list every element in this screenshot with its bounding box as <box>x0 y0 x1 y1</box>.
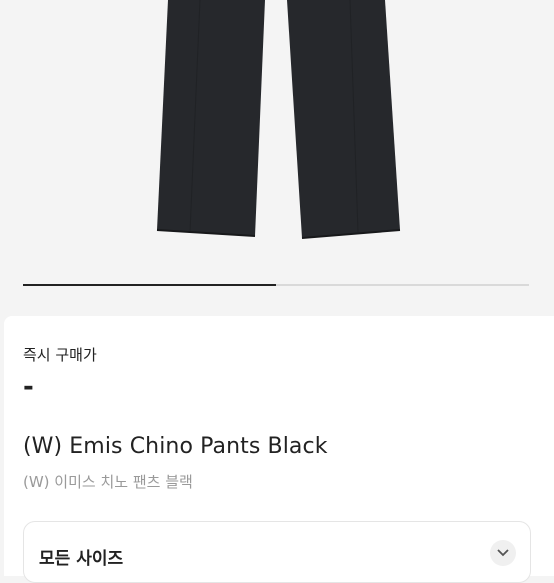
size-selector[interactable]: 모든 사이즈 <box>23 521 531 583</box>
price-value: - <box>23 372 34 402</box>
carousel-progress <box>23 284 529 286</box>
product-name-ko: (W) 이미스 치노 팬츠 블랙 <box>23 473 193 491</box>
size-selector-label: 모든 사이즈 <box>39 549 124 569</box>
product-info-card: 즉시 구매가 - (W) Emis Chino Pants Black (W) … <box>4 316 554 583</box>
chevron-down-icon[interactable] <box>490 540 516 566</box>
product-name-en: (W) Emis Chino Pants Black <box>23 434 328 459</box>
carousel-progress-fill <box>23 284 276 286</box>
product-image-area[interactable] <box>0 0 554 316</box>
buy-now-price-label: 즉시 구매가 <box>23 346 97 364</box>
product-image <box>156 0 401 239</box>
